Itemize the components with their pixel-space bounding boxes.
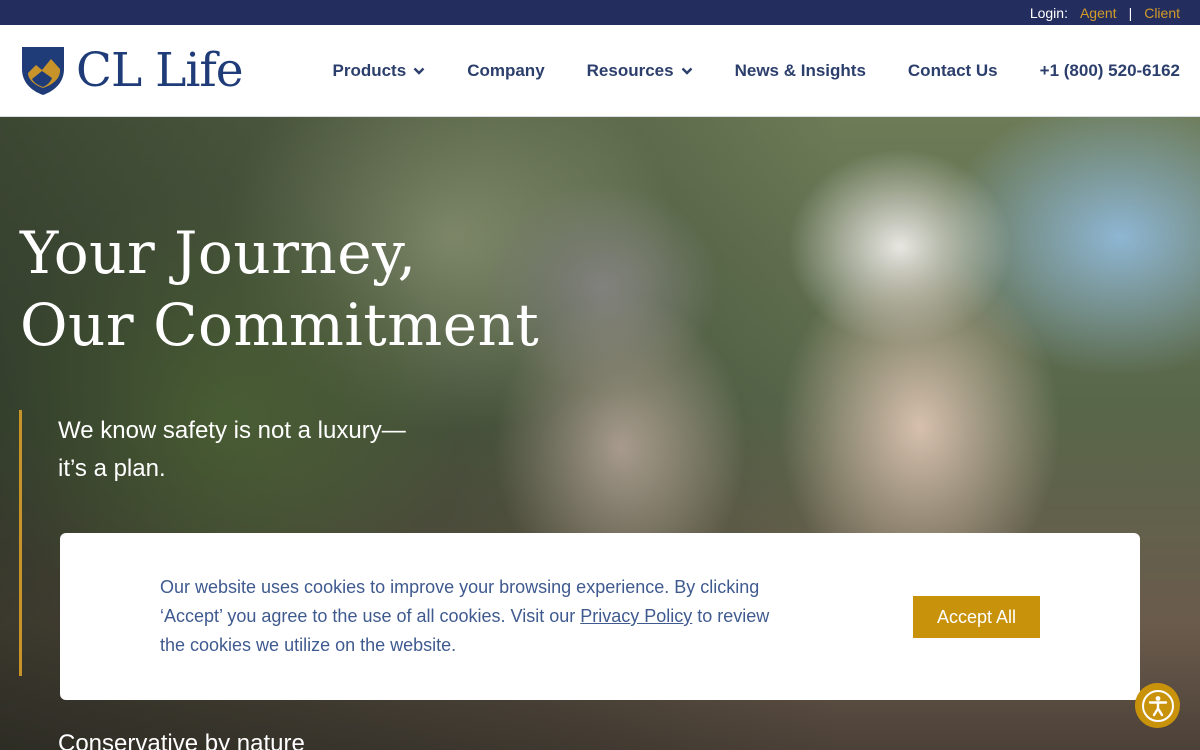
privacy-policy-link[interactable]: Privacy Policy — [580, 606, 692, 626]
site-header: CL Life Products Company Resources News … — [0, 25, 1200, 117]
client-login-link[interactable]: Client — [1144, 5, 1180, 21]
hero-tagline: We know safety is not a luxury— it’s a p… — [58, 412, 458, 488]
nav-news-insights[interactable]: News & Insights — [735, 61, 866, 81]
cookie-message: Our website uses cookies to improve your… — [160, 573, 790, 660]
accept-all-button[interactable]: Accept All — [913, 596, 1040, 638]
hero-tagline-line1: We know safety is not a luxury— — [58, 417, 406, 444]
nav-products-label: Products — [332, 61, 407, 80]
nav-products[interactable]: Products — [333, 61, 426, 81]
nav-resources[interactable]: Resources — [587, 61, 693, 81]
site-logo[interactable]: CL Life — [20, 43, 244, 98]
nav-news-insights-label: News & Insights — [734, 61, 866, 80]
hero-title-line2: Our Commitment — [20, 291, 540, 359]
nav-phone-link[interactable]: +1 (800) 520-6162 — [1040, 61, 1180, 81]
cookie-banner: Our website uses cookies to improve your… — [60, 533, 1140, 700]
login-separator: | — [1128, 4, 1133, 21]
logo-wordmark: CL Life — [76, 43, 244, 98]
nav-contact-us[interactable]: Contact Us — [908, 61, 998, 81]
hero-title: Your Journey, Our Commitment — [20, 217, 539, 361]
nav-company-label: Company — [467, 61, 545, 80]
login-label: Login: — [1029, 4, 1068, 21]
accessibility-button[interactable] — [1135, 683, 1180, 728]
nav-phone-label: +1 (800) 520-6162 — [1039, 61, 1180, 80]
chevron-down-icon — [681, 67, 692, 75]
chevron-down-icon — [413, 67, 425, 75]
login-bar: Login: Agent | Client — [0, 0, 1200, 25]
hero-accent-rule — [19, 410, 22, 676]
accessibility-icon — [1141, 689, 1174, 722]
nav-contact-us-label: Contact Us — [907, 61, 998, 80]
nav-company[interactable]: Company — [467, 61, 544, 81]
shield-logo-icon — [22, 47, 64, 95]
agent-login-link[interactable]: Agent — [1080, 5, 1117, 21]
hero-subheading: Conservative by nature — [58, 730, 305, 750]
nav-resources-label: Resources — [586, 61, 674, 80]
main-nav: Products Company Resources News & Insigh… — [333, 25, 1181, 117]
hero-tagline-line2: it’s a plan. — [58, 455, 166, 482]
hero-title-line1: Your Journey, — [20, 219, 417, 287]
